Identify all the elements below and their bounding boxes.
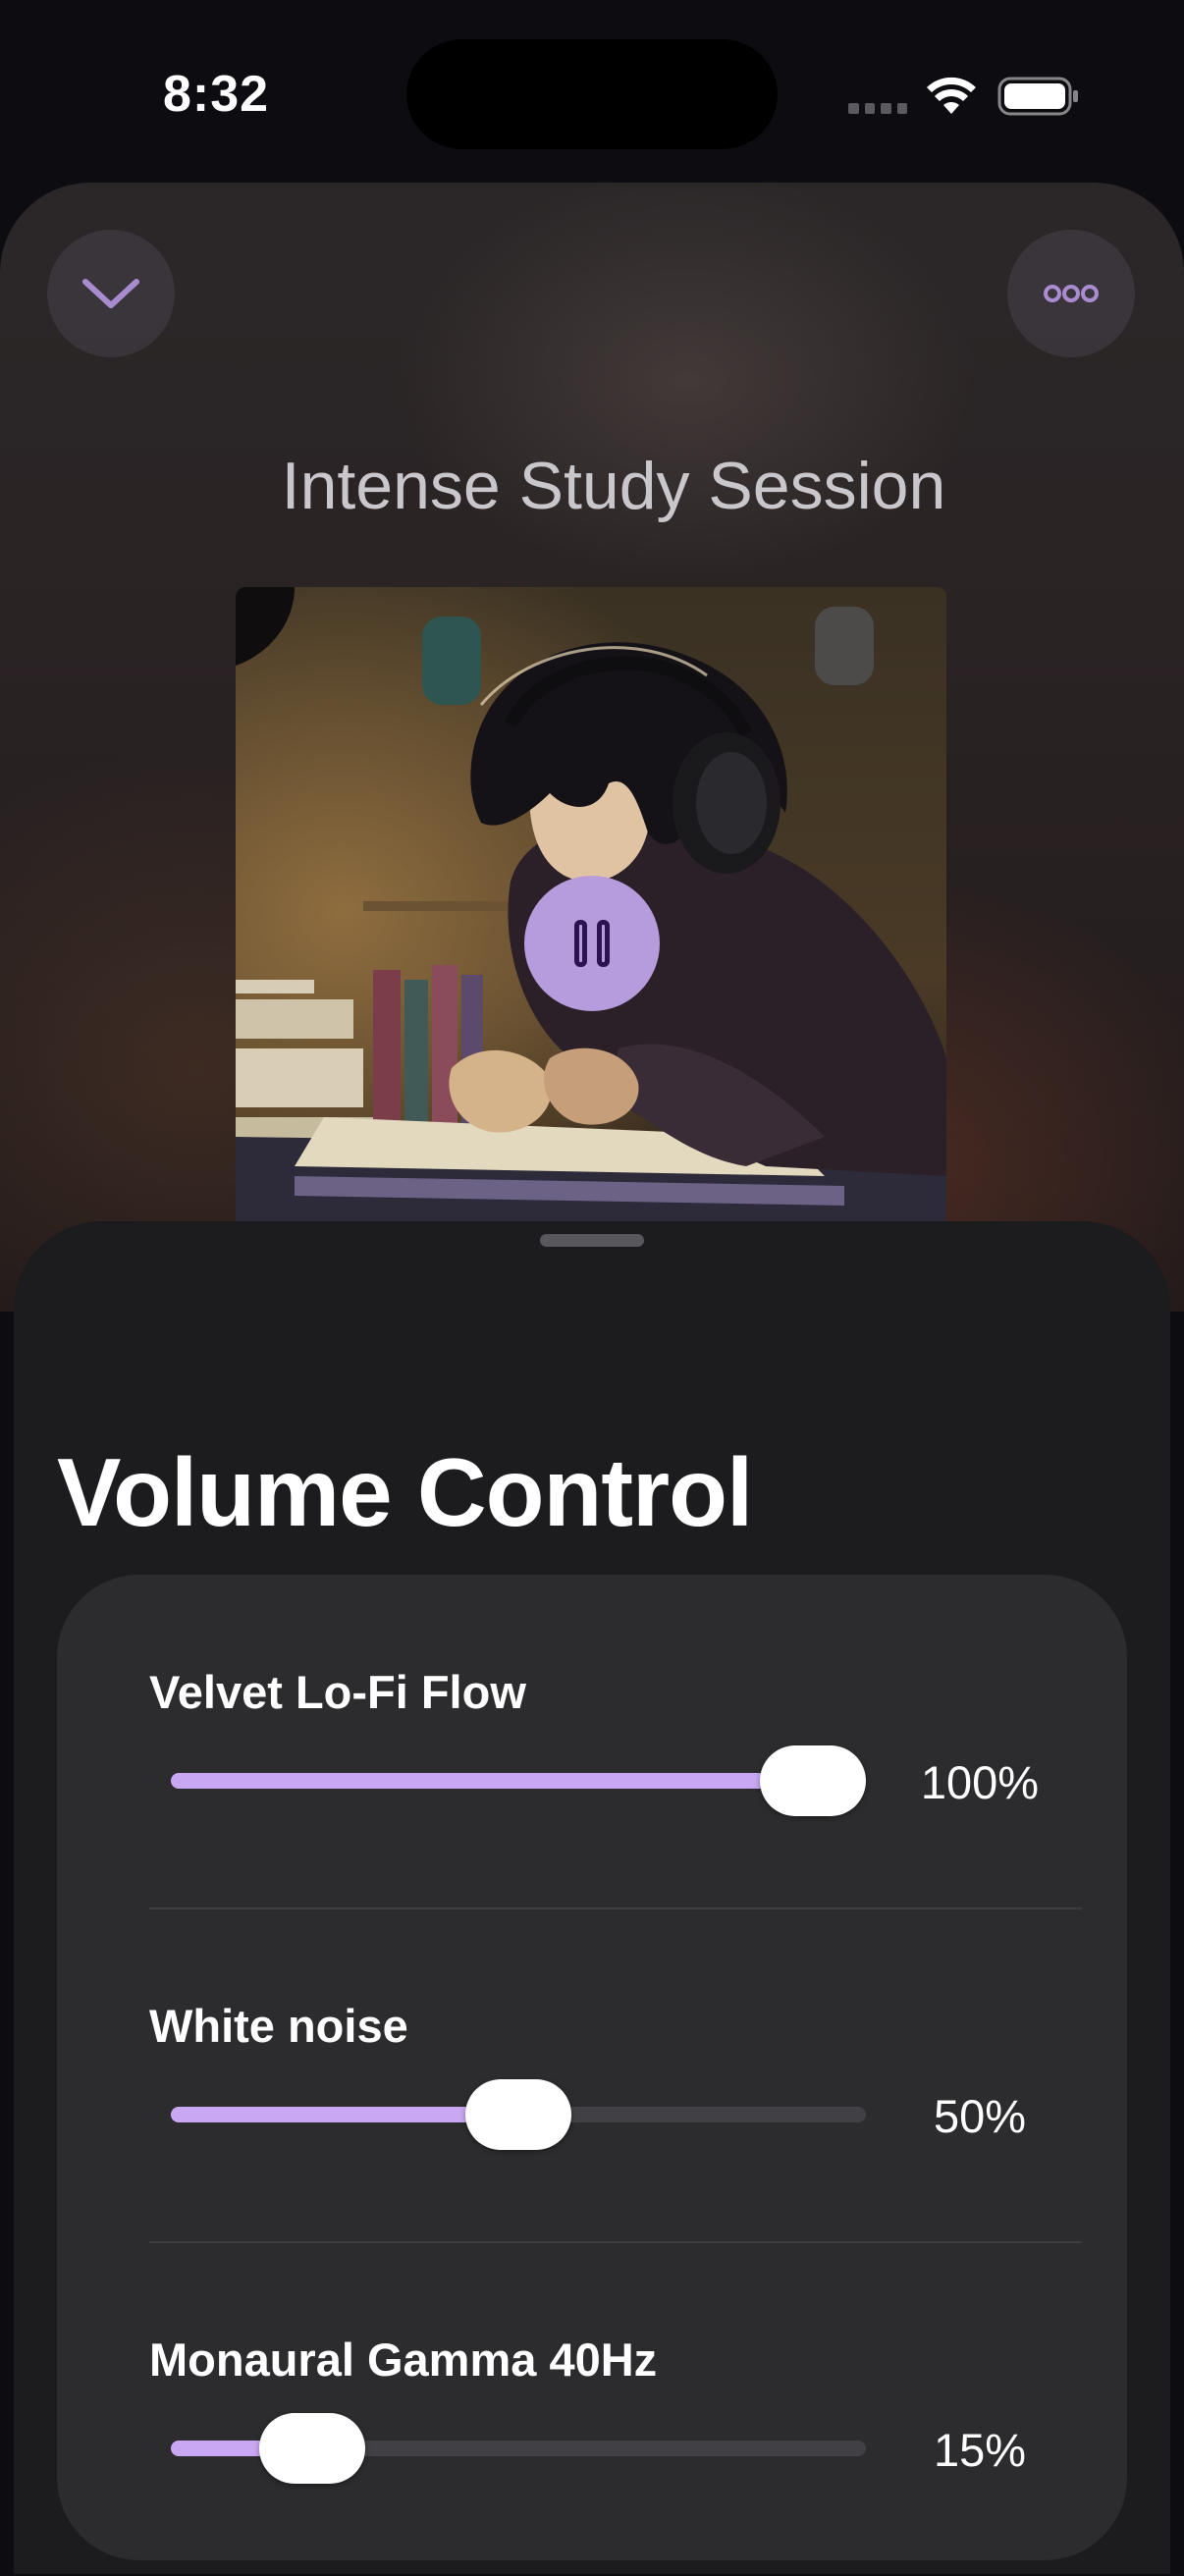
track-volume-value: 100% [920,1756,1040,1808]
volume-sheet: Volume Control Velvet Lo-Fi Flow 100% Wh… [14,1221,1170,2574]
volume-slider[interactable] [171,2413,866,2484]
cellular-signal-icon [848,103,907,115]
volume-slider[interactable] [171,2079,866,2150]
track-label: Velvet Lo-Fi Flow [149,1666,526,1718]
track-row: White noise 50% [57,1908,1127,2242]
track-volume-value: 50% [933,2090,1027,2142]
status-bar: 8:32 [0,0,1184,187]
track-label: Monaural Gamma 40Hz [149,2334,658,2386]
slider-fill [171,1773,813,1789]
track-row: Monaural Gamma 40Hz 15% [57,2242,1127,2576]
more-icon [1044,285,1099,302]
session-title: Intense Study Session [281,449,946,523]
slider-thumb[interactable] [259,2413,365,2484]
track-row: Velvet Lo-Fi Flow 100% [57,1575,1127,1908]
slider-thumb[interactable] [760,1745,866,1816]
now-playing-card: Intense Study Session [0,183,1184,1312]
pause-icon-bar [597,920,610,967]
track-volume-value: 15% [933,2424,1027,2476]
collapse-button[interactable] [47,230,175,357]
track-label: White noise [149,2000,408,2052]
sheet-title: Volume Control [57,1438,753,1546]
status-time: 8:32 [163,66,270,123]
volume-slider[interactable] [171,1745,866,1816]
sheet-grabber[interactable] [540,1234,644,1247]
battery-icon [997,77,1078,116]
more-options-button[interactable] [1007,230,1135,357]
pause-icon [574,920,587,967]
pause-button[interactable] [524,876,660,1011]
volume-panel: Velvet Lo-Fi Flow 100% White noise 50% M… [57,1575,1127,2560]
wifi-icon [927,77,976,114]
dynamic-island [406,39,778,149]
slider-thumb[interactable] [465,2079,571,2150]
chevron-down-icon [82,279,139,308]
